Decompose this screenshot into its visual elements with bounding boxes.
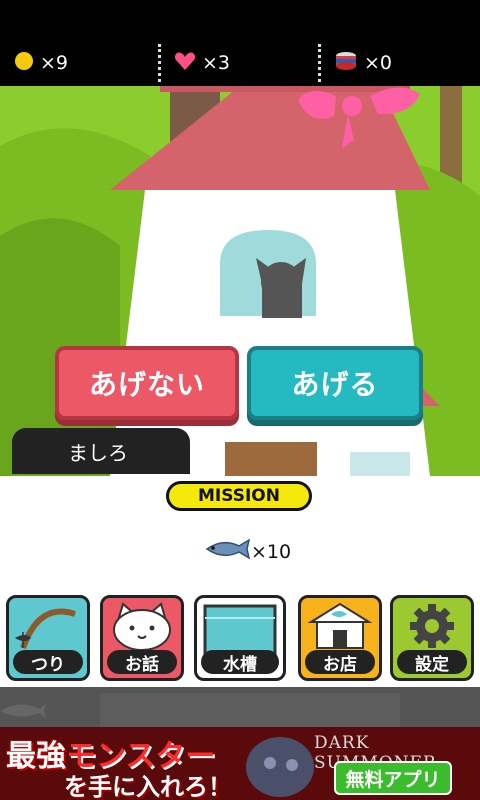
coin-counter: ×9 [14, 40, 68, 86]
heart-counter: ×3 [174, 40, 230, 86]
reward-count: ×10 [251, 540, 292, 563]
coin-icon [14, 51, 34, 76]
bottom-nav: つり お話 水槽 お店 設定 [0, 591, 480, 687]
ad-subheadline: を手に入れろ！ [64, 773, 232, 800]
cat-name-tag: ましろ [12, 428, 190, 474]
nav-shop-button[interactable]: お店 [298, 595, 382, 681]
heart-count: ×3 [202, 52, 231, 74]
decline-button[interactable]: あげない [55, 346, 239, 420]
nav-label: つり [13, 650, 83, 675]
ad-character-art [246, 737, 314, 797]
title-logo-strip [0, 687, 480, 727]
ad-free-app-button[interactable]: 無料アプリ [334, 761, 452, 795]
resource-bar: ×9 ×3 ×0 [0, 40, 480, 86]
can-counter: ×0 [334, 40, 392, 86]
nav-label: お話 [107, 650, 177, 675]
give-button[interactable]: あげる [247, 346, 423, 420]
game-logo-silhouette [0, 693, 400, 727]
divider [158, 44, 161, 82]
coin-count: ×9 [40, 52, 69, 74]
ad-headline-red: 最強 [6, 739, 66, 774]
nav-label: 水槽 [201, 650, 279, 675]
divider [318, 44, 321, 82]
nav-talk-button[interactable]: お話 [100, 595, 184, 681]
nav-label: 設定 [397, 650, 467, 675]
heart-icon [174, 51, 196, 76]
nav-settings-button[interactable]: 設定 [390, 595, 474, 681]
nav-fishing-button[interactable]: つり [6, 595, 90, 681]
can-count: ×0 [364, 52, 393, 74]
mission-reward: ×10 [203, 536, 291, 567]
status-bar [0, 0, 480, 40]
fish-icon [203, 536, 251, 567]
mission-badge: MISSION [166, 481, 312, 511]
nav-label: お店 [305, 650, 375, 675]
cat-food-can-icon [334, 50, 358, 77]
nav-aquarium-button[interactable]: 水槽 [194, 595, 286, 681]
ad-banner[interactable]: 最強モンスター を手に入れろ！ DARK SUMMONER 無料アプリ [0, 727, 480, 800]
